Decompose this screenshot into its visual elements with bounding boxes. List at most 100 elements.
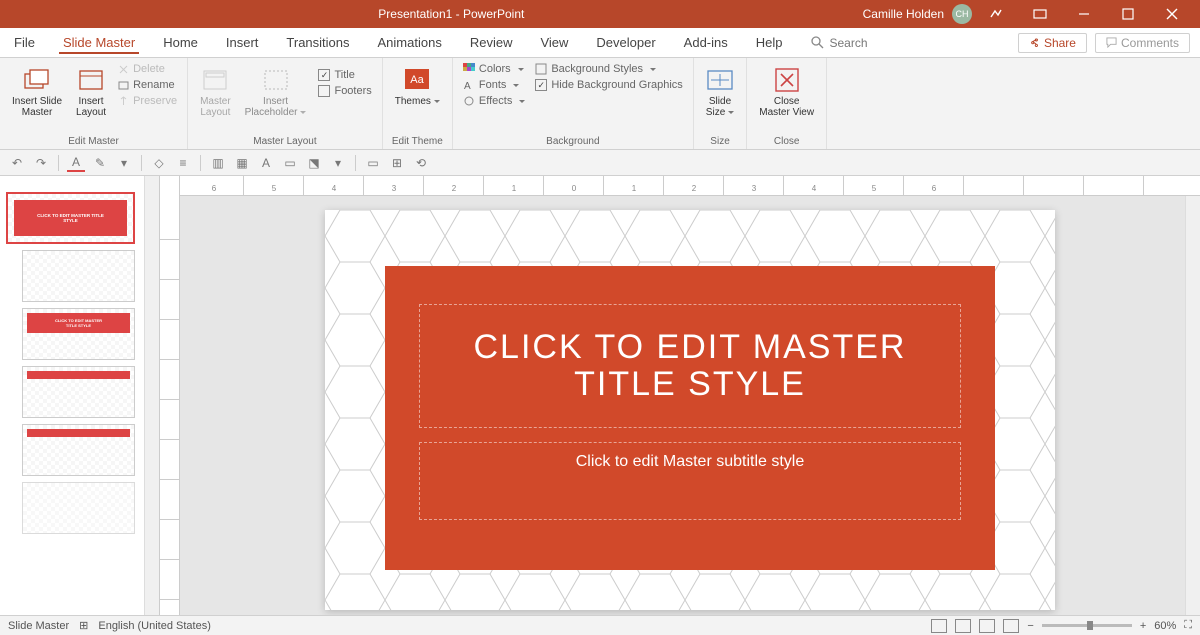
close-master-view-button[interactable]: Close Master View [755, 62, 818, 122]
window-minimize-icon[interactable] [1064, 0, 1104, 28]
insert-slide-master-button[interactable]: Insert Slide Master [8, 62, 66, 122]
rotate-icon[interactable]: ⟲ [412, 154, 430, 172]
reading-view-icon[interactable] [979, 619, 995, 633]
highlight-icon[interactable]: ✎ [91, 154, 109, 172]
zoom-level[interactable]: 60% [1154, 620, 1176, 632]
effects-icon [463, 95, 475, 107]
group-close: Close Master View Close [747, 58, 827, 149]
fonts-button[interactable]: AFonts [461, 78, 527, 92]
crop-icon[interactable]: ⬔ [305, 154, 323, 172]
sorter-view-icon[interactable] [955, 619, 971, 633]
themes-button[interactable]: Aa Themes [391, 62, 444, 111]
colors-icon [463, 63, 475, 75]
normal-view-icon[interactable] [931, 619, 947, 633]
slide-master[interactable]: Click to edit Master title style Click t… [325, 210, 1055, 610]
avatar[interactable]: CH [952, 4, 972, 24]
insert-layout-button[interactable]: Insert Layout [72, 62, 110, 122]
layout-thumbnail[interactable]: CLICK TO EDIT MASTERTITLE STYLE [22, 308, 135, 360]
tab-home[interactable]: Home [149, 28, 212, 57]
search-label: Search [830, 36, 868, 50]
shape-icon[interactable]: ▭ [281, 154, 299, 172]
insert-placeholder-button[interactable]: Insert Placeholder [241, 62, 311, 122]
coming-soon-icon[interactable] [976, 0, 1016, 28]
font-color-icon[interactable]: A [67, 154, 85, 172]
table-icon[interactable]: ▦ [233, 154, 251, 172]
layout-thumbnail[interactable] [22, 482, 135, 534]
search-box[interactable]: Search [797, 28, 882, 57]
group-background: Colors AFonts Effects Background Styles … [453, 58, 694, 149]
background-styles-button[interactable]: Background Styles [533, 62, 684, 76]
tab-developer[interactable]: Developer [582, 28, 669, 57]
slideshow-view-icon[interactable] [1003, 619, 1019, 633]
group-icon[interactable]: ⊞ [388, 154, 406, 172]
delete-button[interactable]: Delete [116, 62, 179, 76]
text-icon[interactable]: A [257, 154, 275, 172]
search-icon [811, 36, 824, 49]
rename-button[interactable]: Rename [116, 78, 179, 92]
master-layout-button[interactable]: Master Layout [196, 62, 235, 122]
more-icon[interactable]: ▾ [329, 154, 347, 172]
preserve-button[interactable]: Preserve [116, 94, 179, 108]
colors-button[interactable]: Colors [461, 62, 527, 76]
accessibility-icon[interactable]: ⊞ [79, 619, 88, 632]
rename-icon [118, 80, 129, 91]
status-bar: Slide Master ⊞ English (United States) −… [0, 615, 1200, 635]
zoom-out-icon[interactable]: − [1027, 620, 1033, 632]
tab-slide-master[interactable]: Slide Master [49, 28, 149, 57]
share-button[interactable]: Share [1018, 33, 1087, 53]
tab-review[interactable]: Review [456, 28, 527, 57]
slide-size-button[interactable]: Slide Size [702, 62, 738, 122]
status-language[interactable]: English (United States) [98, 620, 211, 632]
slide-canvas[interactable]: Click to edit Master title style Click t… [180, 196, 1200, 615]
undo-icon[interactable]: ↶ [8, 154, 26, 172]
preserve-icon [118, 96, 129, 107]
group-master-layout: Master Layout Insert Placeholder ✓Title … [188, 58, 383, 149]
group-size: Slide Size Size [694, 58, 747, 149]
dropdown-icon[interactable]: ▾ [115, 154, 133, 172]
svg-text:Aa: Aa [411, 74, 425, 86]
tab-help[interactable]: Help [742, 28, 797, 57]
delete-icon [118, 64, 129, 75]
redo-icon[interactable]: ↷ [32, 154, 50, 172]
comments-button[interactable]: Comments [1095, 33, 1190, 53]
slide-thumbnail-panel: CLICK TO EDIT MASTER TITLESTYLE CLICK TO… [0, 176, 160, 615]
content-block: Click to edit Master title style Click t… [385, 266, 995, 570]
hide-bg-checkbox[interactable]: ✓Hide Background Graphics [533, 78, 684, 92]
tab-view[interactable]: View [526, 28, 582, 57]
subtitle-placeholder[interactable]: Click to edit Master subtitle style [419, 442, 961, 520]
layout-thumbnail[interactable] [22, 366, 135, 418]
window-close-icon[interactable] [1152, 0, 1192, 28]
layout-thumbnail[interactable] [22, 424, 135, 476]
window-maximize-icon[interactable] [1108, 0, 1148, 28]
align-icon[interactable]: ≡ [174, 154, 192, 172]
shapes-icon[interactable]: ◇ [150, 154, 168, 172]
tab-animations[interactable]: Animations [364, 28, 456, 57]
ribbon-display-icon[interactable] [1020, 0, 1060, 28]
checkbox-checked-icon: ✓ [535, 79, 547, 91]
separator [141, 155, 142, 171]
tab-addins[interactable]: Add-ins [670, 28, 742, 57]
zoom-in-icon[interactable]: + [1140, 620, 1146, 632]
title-placeholder[interactable]: Click to edit Master title style [419, 304, 961, 428]
footers-checkbox[interactable]: Footers [316, 84, 373, 98]
tab-insert[interactable]: Insert [212, 28, 273, 57]
chart-icon[interactable]: ▥ [209, 154, 227, 172]
status-view-name: Slide Master [8, 620, 69, 632]
tab-transitions[interactable]: Transitions [272, 28, 363, 57]
group-edit-master: Insert Slide Master Insert Layout Delete… [0, 58, 188, 149]
fit-window-icon[interactable]: ⛶ [1184, 619, 1192, 632]
vertical-ruler [160, 176, 180, 615]
arrange-icon[interactable]: ▭ [364, 154, 382, 172]
svg-text:A: A [464, 81, 471, 91]
title-checkbox[interactable]: ✓Title [316, 68, 373, 82]
document-title: Presentation1 - PowerPoint [40, 7, 863, 21]
tab-file[interactable]: File [0, 28, 49, 57]
quick-access-toolbar: ↶ ↷ A ✎ ▾ ◇ ≡ ▥ ▦ A ▭ ⬔ ▾ ▭ ⊞ ⟲ [0, 150, 1200, 176]
layout-icon [77, 66, 105, 94]
master-thumbnail[interactable]: CLICK TO EDIT MASTER TITLESTYLE [6, 192, 135, 244]
separator [58, 155, 59, 171]
separator [355, 155, 356, 171]
zoom-slider[interactable] [1042, 624, 1132, 627]
layout-thumbnail[interactable] [22, 250, 135, 302]
effects-button[interactable]: Effects [461, 94, 527, 108]
